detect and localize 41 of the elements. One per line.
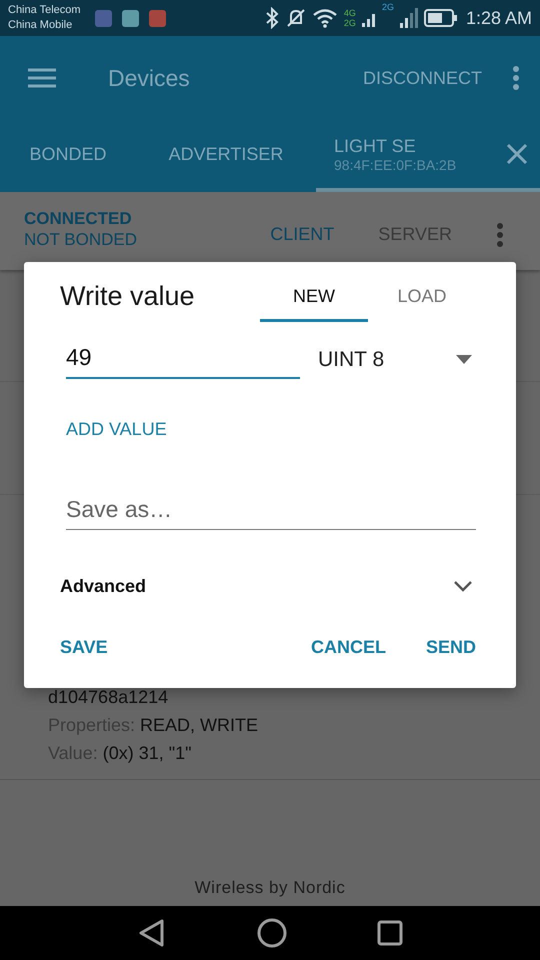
characteristic-uuid: d104768a1214 <box>48 686 170 709</box>
overflow-menu-icon[interactable] <box>496 222 504 248</box>
device-name: LIGHT SE <box>334 136 417 156</box>
tab[interactable]: ADVERTISER <box>136 120 316 192</box>
device-address: 98:4F:EE:0F:BA:2B <box>334 156 456 172</box>
battery-icon <box>424 9 458 27</box>
close-icon[interactable] <box>506 143 528 165</box>
format-value: UINT 8 <box>318 348 384 372</box>
dialog-button[interactable]: CANCEL <box>310 637 386 658</box>
network-type-label: 2G <box>382 2 394 12</box>
recents-icon[interactable] <box>377 920 403 946</box>
connection-state: CONNECTED <box>24 208 133 230</box>
footer-brand: Wireless by Nordic <box>194 878 346 898</box>
network-type-label: 4G <box>344 8 356 18</box>
bond-state: NOT BONDED <box>24 230 138 250</box>
carrier-name: China Mobile <box>8 18 74 33</box>
network-type-label: 2G <box>344 18 356 28</box>
dropdown-caret-icon <box>456 355 472 364</box>
signal-icon <box>400 7 418 29</box>
home-icon[interactable] <box>257 918 287 948</box>
advanced-label: Advanced <box>60 576 146 597</box>
add-value-button[interactable]: ADD VALUE <box>66 419 167 440</box>
disconnect-button[interactable]: DISCONNECT <box>362 68 482 88</box>
chevron-down-icon <box>454 581 472 592</box>
overflow-menu-icon[interactable] <box>512 65 520 91</box>
dialog-button[interactable]: SEND <box>426 637 476 658</box>
advanced-section-toggle[interactable]: Advanced <box>60 576 476 597</box>
characteristic-value: (0x) 31, "1" <box>102 743 192 763</box>
tab[interactable]: BONDED <box>0 120 136 192</box>
tab[interactable]: NEW <box>260 274 368 322</box>
toolbar-title: Devices <box>108 64 190 92</box>
bluetooth-icon <box>264 7 280 29</box>
menu-icon[interactable] <box>28 68 56 88</box>
tab[interactable]: LOAD <box>368 274 476 322</box>
wifi-icon <box>312 8 338 28</box>
carrier-name: China Telecom <box>8 3 81 18</box>
dialog-title: Write value <box>60 281 195 313</box>
format-dropdown[interactable]: UINT 8 <box>318 348 476 372</box>
clock-time: 1:28 AM <box>466 8 532 28</box>
dialog-button[interactable]: SAVE <box>60 637 108 658</box>
property-value: READ, WRITE <box>140 715 258 735</box>
